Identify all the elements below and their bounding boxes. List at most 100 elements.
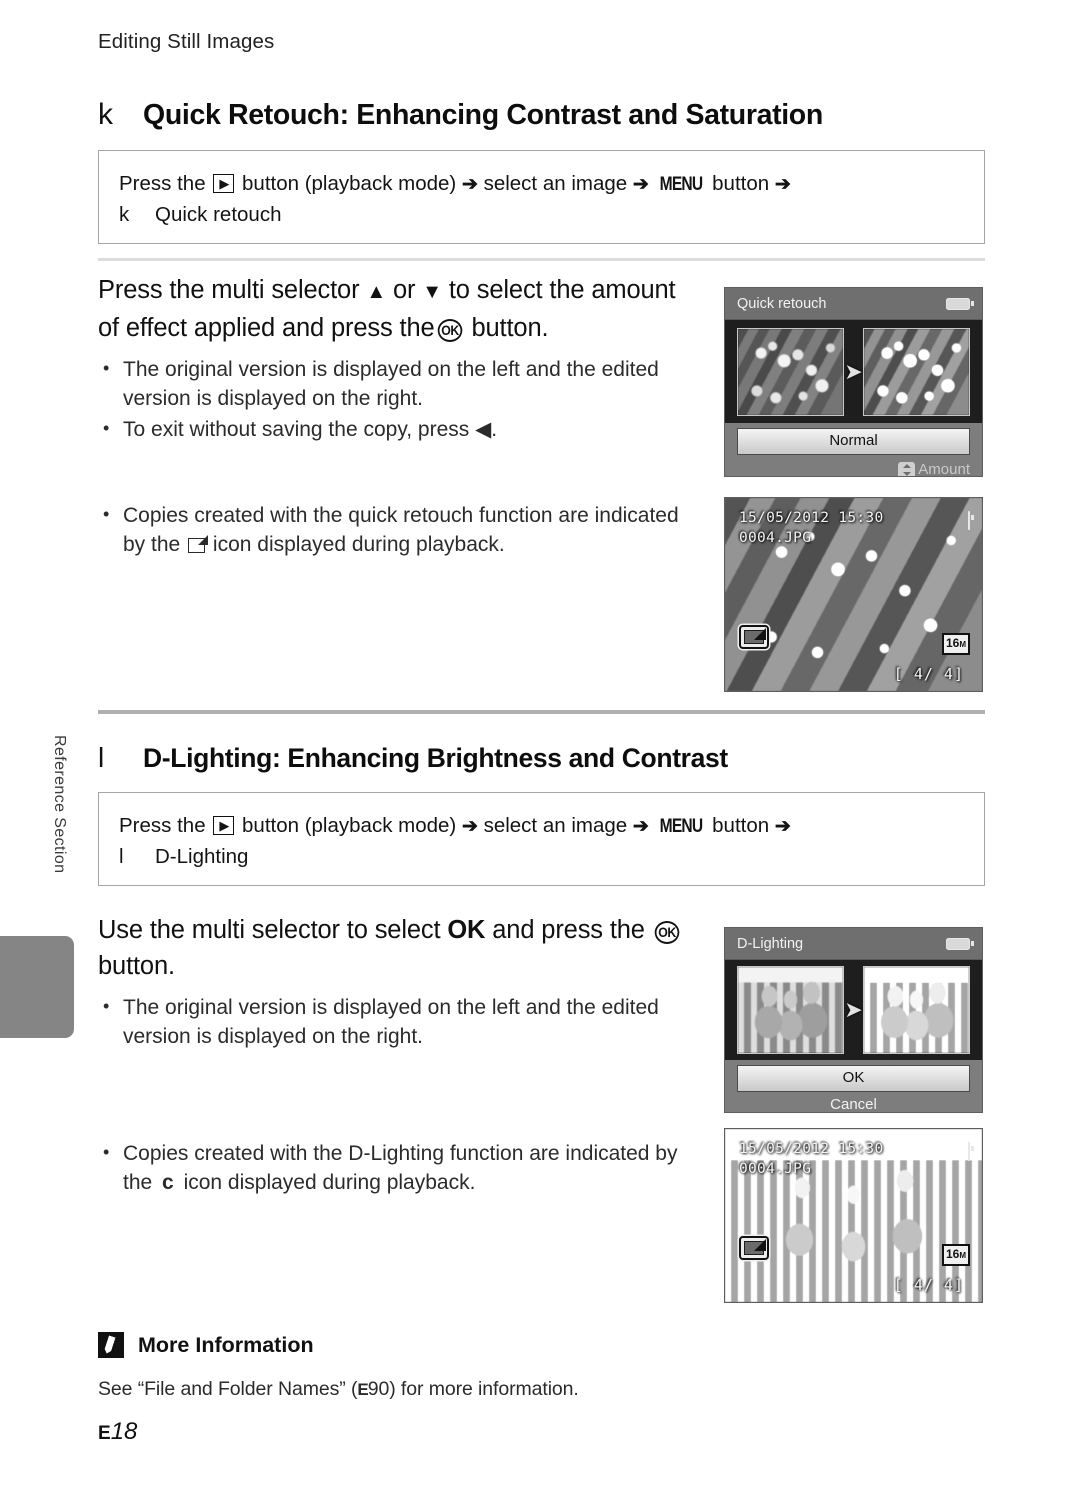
playback-viewport: 15/05/2012 15:30 0004.JPG 16M [ 4/ 4] xyxy=(725,498,982,691)
note-block-d-lighting: Copies created with the D-Lighting funct… xyxy=(98,1130,698,1199)
arrow-right-icon: ➤ xyxy=(844,997,863,1022)
step-instruction: Press the multi selector or to select th… xyxy=(98,272,698,346)
menu-button-icon: MENU xyxy=(659,174,702,195)
arrow-right-icon: ➔ xyxy=(774,816,791,837)
running-head: Editing Still Images xyxy=(98,30,275,53)
before-thumbnail xyxy=(737,327,844,416)
playback-icon: ▶ xyxy=(213,174,235,193)
camera-preview-area: ➤ xyxy=(725,320,982,423)
screenshot-quick-retouch-menu: Quick retouch ➤ Normal Amount xyxy=(724,287,983,477)
up-down-selector-icon xyxy=(898,461,916,476)
ok-button-icon: OK xyxy=(437,319,462,342)
down-arrow-icon xyxy=(422,276,442,304)
procedure-text: Press the xyxy=(119,172,206,195)
playback-filename: 0004.JPG xyxy=(739,1161,812,1177)
battery-icon xyxy=(946,297,974,310)
step-block-quick-retouch: Press the multi selector or to select th… xyxy=(98,272,698,446)
note-bullet-list: Copies created with the quick retouch fu… xyxy=(98,500,698,559)
procedure-menu-item: Quick retouch xyxy=(155,203,282,226)
step-instruction: Use the multi selector to select OK and … xyxy=(98,912,698,984)
step-bullet-list: The original version is displayed on the… xyxy=(98,354,698,444)
section-divider xyxy=(98,258,985,261)
frame-counter: [ 4/ 4] xyxy=(893,665,964,683)
frame-counter: [ 4/ 4] xyxy=(893,1276,964,1294)
section-tab-marker xyxy=(0,936,74,1038)
screenshot-playback-flowers: 15/05/2012 15:30 0004.JPG 16M [ 4/ 4] xyxy=(724,497,983,692)
section-title: D-Lighting: Enhancing Brightness and Con… xyxy=(143,743,728,773)
camera-footer: OK Cancel xyxy=(725,1060,982,1112)
quick-retouch-badge-icon xyxy=(739,625,769,649)
reference-page: 90 xyxy=(367,1378,390,1400)
page-number: E18 xyxy=(98,1418,137,1446)
procedure-path-line-1: Press the ▶ button (playback mode) ➔ sel… xyxy=(119,169,964,199)
step-text: button. xyxy=(471,314,549,342)
d-lighting-symbol-icon: l xyxy=(98,742,105,773)
more-information-body: See “File and Folder Names” (E90) for mo… xyxy=(98,1378,798,1401)
arrow-right-icon: ➔ xyxy=(632,174,649,195)
image-size-badge: 16M xyxy=(941,633,970,655)
list-item: Copies created with the D-Lighting funct… xyxy=(98,1138,698,1197)
battery-icon xyxy=(946,937,974,950)
cancel-button[interactable]: Cancel xyxy=(737,1092,970,1112)
menu-button-icon: MENU xyxy=(659,816,702,837)
pencil-icon xyxy=(98,1332,124,1358)
image-size-badge: 16M xyxy=(941,1244,970,1266)
up-arrow-icon xyxy=(366,276,386,304)
section-heading-d-lighting: l D-Lighting: Enhancing Brightness and C… xyxy=(98,742,728,774)
note-text: icon displayed during playback. xyxy=(212,533,505,556)
step-bullet-list: The original version is displayed on the… xyxy=(98,992,698,1051)
procedure-path-line-2: l D-Lighting xyxy=(119,842,964,871)
procedure-text: select an image xyxy=(483,172,628,195)
battery-icon xyxy=(968,1142,970,1161)
section-tab-label: Reference Section xyxy=(51,735,68,874)
section-heading-quick-retouch: k Quick Retouch: Enhancing Contrast and … xyxy=(98,98,823,132)
note-bullet-list: Copies created with the D-Lighting funct… xyxy=(98,1138,698,1197)
ok-button[interactable]: OK xyxy=(737,1065,970,1092)
procedure-text: Press the xyxy=(119,814,206,837)
procedure-text: button xyxy=(712,172,770,195)
people-image-lightened xyxy=(864,967,969,1053)
note-text: icon displayed during playback. xyxy=(183,1171,476,1194)
step-text: or xyxy=(392,276,416,304)
playback-date: 15/05/2012 15:30 xyxy=(739,1141,884,1157)
procedure-text: select an image xyxy=(483,814,628,837)
image-size-unit: M xyxy=(959,640,966,649)
image-size-value: 16 xyxy=(945,636,960,650)
flower-image-fullscreen xyxy=(725,498,982,691)
d-lighting-badge-icon xyxy=(739,1236,769,1260)
list-item: The original version is displayed on the… xyxy=(98,354,698,413)
battery-icon xyxy=(968,511,970,530)
after-thumbnail xyxy=(863,327,970,416)
amount-option-button[interactable]: Normal xyxy=(737,428,970,455)
ok-option-emphasis: OK xyxy=(447,916,486,944)
camera-preview-area: ➤ xyxy=(725,960,982,1060)
procedure-box-quick-retouch: Press the ▶ button (playback mode) ➔ sel… xyxy=(98,150,985,244)
camera-screen-title: Quick retouch xyxy=(737,295,827,312)
step-text: button. xyxy=(98,952,175,980)
more-information-block: More Information See “File and Folder Na… xyxy=(98,1332,798,1401)
playback-date: 15/05/2012 15:30 xyxy=(739,510,884,526)
procedure-path-line-1: Press the ▶ button (playback mode) ➔ sel… xyxy=(119,811,964,841)
note-block-quick-retouch: Copies created with the quick retouch fu… xyxy=(98,492,698,561)
more-information-title: More Information xyxy=(138,1332,314,1357)
list-item: To exit without saving the copy, press ◀… xyxy=(98,414,698,444)
playback-filename: 0004.JPG xyxy=(739,530,812,546)
procedure-path-line-2: k Quick retouch xyxy=(119,200,964,229)
list-item: The original version is displayed on the… xyxy=(98,992,698,1051)
section-divider xyxy=(98,710,985,714)
step-text: Use the multi selector to select xyxy=(98,916,441,944)
more-information-text: See “File and Folder Names” ( xyxy=(98,1378,358,1400)
manual-page: Reference Section Editing Still Images k… xyxy=(0,0,1080,1486)
step-text: and press the xyxy=(492,916,645,944)
image-size-unit: M xyxy=(959,1251,966,1260)
procedure-text: button (playback mode) xyxy=(242,172,457,195)
flower-image-retouched xyxy=(864,328,969,415)
more-information-text: ) for more information. xyxy=(389,1378,579,1400)
after-thumbnail xyxy=(863,966,970,1054)
section-title: Quick Retouch: Enhancing Contrast and Sa… xyxy=(143,99,823,131)
reference-section-icon: E xyxy=(357,1380,368,1399)
camera-titlebar: Quick retouch xyxy=(725,288,982,320)
arrow-right-icon: ➔ xyxy=(461,816,478,837)
playback-icon: ▶ xyxy=(213,816,235,835)
people-image xyxy=(738,967,843,1053)
